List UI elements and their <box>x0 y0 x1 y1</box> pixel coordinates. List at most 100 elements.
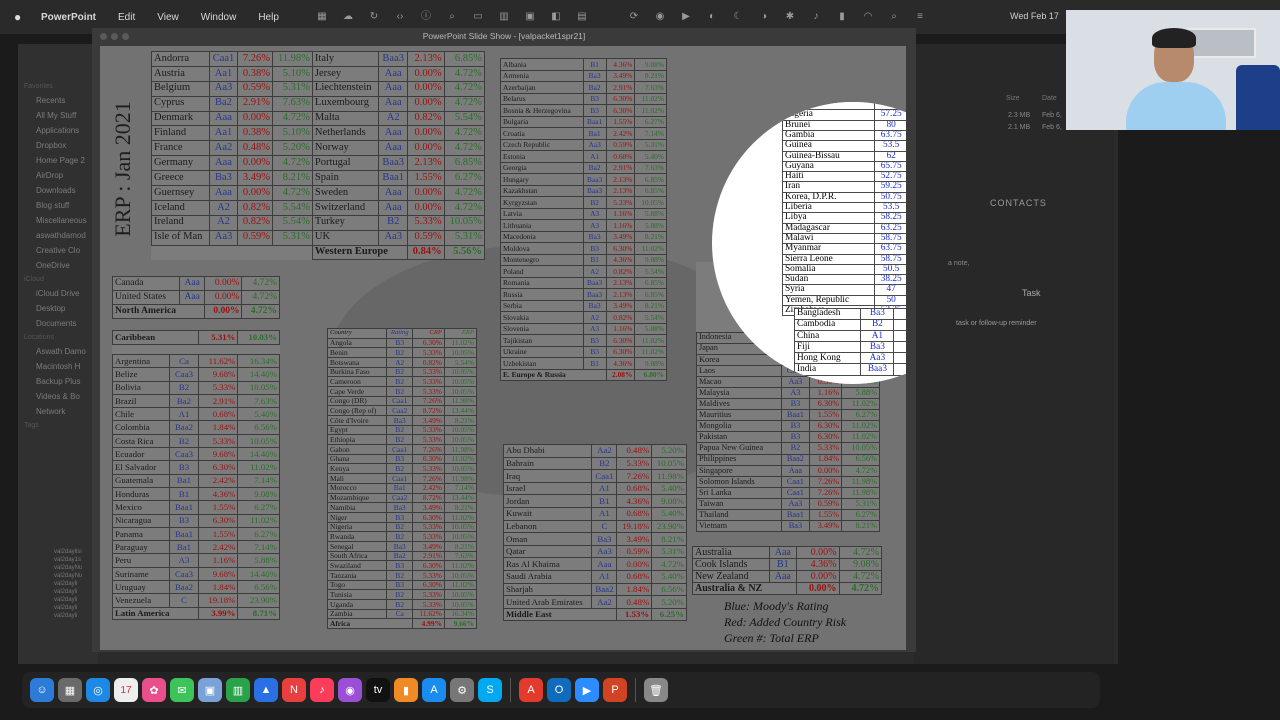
size-column-header[interactable]: Size <box>1006 95 1020 102</box>
table-row-cell: Baa3 <box>378 155 409 172</box>
sync-status-icon[interactable]: ↻ <box>368 11 380 23</box>
chat-status-icon[interactable]: ▣ <box>524 11 536 23</box>
volume-status-icon[interactable]: ◐ <box>706 11 718 23</box>
table-row-cell: Belarus <box>500 92 584 105</box>
photos-icon[interactable]: ✿ <box>142 678 166 702</box>
menu-bar-clock[interactable]: Wed Feb 17 <box>1010 11 1059 21</box>
messages-icon[interactable]: ✉ <box>170 678 194 702</box>
news-icon[interactable]: N <box>282 678 306 702</box>
file-item[interactable]: val2dayli <box>40 604 100 612</box>
sidebar-item-recents[interactable]: Recents <box>18 93 98 108</box>
numbers-icon[interactable]: ▥ <box>226 678 250 702</box>
wifi-status-icon[interactable]: ◠ <box>862 11 874 23</box>
sidebar-item-airdrop[interactable]: AirDrop <box>18 168 98 183</box>
table-row-cell: Ireland <box>151 214 210 231</box>
code-status-icon[interactable]: ‹› <box>394 11 406 23</box>
spotlight-status-icon[interactable]: ⌕ <box>888 11 900 23</box>
sidebar-item-macintosh-hd[interactable]: Macintosh H <box>18 359 98 374</box>
info-status-icon[interactable]: ⓘ <box>420 11 432 23</box>
file-item[interactable]: val2dayNu <box>40 564 100 572</box>
file-item[interactable]: val2daylisi <box>40 548 100 556</box>
menu-help[interactable]: Help <box>247 12 290 23</box>
file-item[interactable]: val2dayli <box>40 612 100 620</box>
sidebar-item-documents[interactable]: Documents <box>18 316 98 331</box>
table-row: Liberia53.511.62%16.34% <box>782 202 906 214</box>
table-row: Croatia Ba1 2.42% 7.14% <box>500 127 667 140</box>
sidebar-item-aswath-damodaran[interactable]: Aswath Damo <box>18 344 98 359</box>
file-item[interactable]: val2dayNu <box>40 572 100 580</box>
acrobat-icon[interactable]: A <box>519 678 543 702</box>
bluetooth-status-icon[interactable]: ✱ <box>784 11 796 23</box>
powerpoint-icon[interactable]: P <box>603 678 627 702</box>
refresh-status-icon[interactable]: ⟳ <box>628 11 640 23</box>
date-column-header[interactable]: Date <box>1042 95 1057 102</box>
sidebar-item-creative-cloud[interactable]: Creative Clo <box>18 243 98 258</box>
podcasts-icon[interactable]: ◉ <box>338 678 362 702</box>
task-label[interactable]: Task <box>1022 288 1041 298</box>
zoom-icon[interactable]: ▶ <box>575 678 599 702</box>
menu-edit[interactable]: Edit <box>107 12 146 23</box>
sidebar-item-backup-plus[interactable]: Backup Plus <box>18 374 98 389</box>
eye-status-icon[interactable]: ◉ <box>654 11 666 23</box>
books-icon[interactable]: ▮ <box>394 678 418 702</box>
cloud-status-icon[interactable]: ☁ <box>342 11 354 23</box>
trash-icon[interactable]: 🗑 <box>644 678 668 702</box>
file-item[interactable]: val2dayli <box>40 580 100 588</box>
sidebar-item-icloud-drive[interactable]: iCloud Drive <box>18 286 98 301</box>
table-row-cell: Aa2 <box>208 140 239 157</box>
keynote-icon[interactable]: ▲ <box>254 678 278 702</box>
file-item[interactable]: val2dayli <box>40 596 100 604</box>
menu-view[interactable]: View <box>146 12 190 23</box>
tv-icon[interactable]: tv <box>366 678 390 702</box>
outlook-icon[interactable]: O <box>547 678 571 702</box>
battery-status-icon[interactable]: ▮ <box>836 11 848 23</box>
table-row-cell: 1.55% <box>808 409 843 422</box>
sidebar-item-all-my-stuff[interactable]: All My Stuff <box>18 108 98 123</box>
control-center-icon[interactable]: ≡ <box>914 11 926 23</box>
table-row-cell: Liberia <box>782 202 875 214</box>
screen-status-icon[interactable]: ▭ <box>472 11 484 23</box>
system-preferences-icon[interactable]: ⚙ <box>450 678 474 702</box>
safari-icon[interactable]: ◎ <box>86 678 110 702</box>
music-icon[interactable]: ♪ <box>310 678 334 702</box>
sidebar-item-dropbox[interactable]: Dropbox <box>18 138 98 153</box>
play-status-icon[interactable]: ▶ <box>680 11 692 23</box>
sidebar-item-blog-stuff[interactable]: Blog stuff <box>18 198 98 213</box>
sidebar-item-onedrive[interactable]: OneDrive <box>18 258 98 273</box>
table-row: France Aa2 0.48% 5.20% Norway Aaa 0.00% 4.72% <box>151 140 486 157</box>
sidebar-item-videos[interactable]: Videos & Bo <box>18 389 98 404</box>
file-item[interactable]: val2day1s <box>40 556 100 564</box>
apple-menu-icon[interactable]: ● <box>14 10 30 24</box>
table-row-cell: A2 <box>582 311 607 324</box>
app-store-icon[interactable]: A <box>422 678 446 702</box>
sidebar-item-desktop[interactable]: Desktop <box>18 301 98 316</box>
sidebar-item-home-page[interactable]: Home Page 2 <box>18 153 98 168</box>
table-row-cell: Baa2 <box>781 453 810 466</box>
sidebar-item-aswathdamod[interactable]: aswathdamod <box>18 228 98 243</box>
display-status-icon[interactable]: ◧ <box>550 11 562 23</box>
file-item[interactable]: val2dayli <box>40 588 100 596</box>
finder-icon[interactable]: ☺ <box>30 678 54 702</box>
sidebar-item-applications[interactable]: Applications <box>18 123 98 138</box>
app-menu-powerpoint[interactable]: PowerPoint <box>30 12 107 23</box>
calendar-status-icon[interactable]: ▦ <box>316 11 328 23</box>
sound-status-icon[interactable]: ♪ <box>810 11 822 23</box>
table-row-cell: A3 <box>781 386 810 400</box>
sidebar-item-downloads[interactable]: Downloads <box>18 183 98 198</box>
image-status-icon[interactable]: ▤ <box>576 11 588 23</box>
sidebar-item-miscellaneous[interactable]: Miscellaneous <box>18 213 98 228</box>
launchpad-icon[interactable]: ▦ <box>58 678 82 702</box>
table-row-cell: 2.91% <box>197 393 239 409</box>
table-row-cell: 0.59% <box>893 352 906 365</box>
table-row: Congo (Rep of) Caa2 8.72% 13.44% <box>326 405 478 416</box>
preview-icon[interactable]: ▣ <box>198 678 222 702</box>
calendar-icon[interactable]: 17 <box>114 678 138 702</box>
skype-icon[interactable]: S <box>478 678 502 702</box>
grid-status-icon[interactable]: ▥ <box>498 11 510 23</box>
moon2-status-icon[interactable]: ◑ <box>758 11 770 23</box>
sidebar-item-network[interactable]: Network <box>18 404 98 419</box>
slide-canvas[interactable]: ERP : Jan 2021 Andorra Caa1 7.26% 11.98% Ita… <box>100 46 906 650</box>
moon-status-icon[interactable]: ☾ <box>732 11 744 23</box>
search-status-icon[interactable]: ⌕ <box>446 11 458 23</box>
menu-window[interactable]: Window <box>190 12 248 23</box>
